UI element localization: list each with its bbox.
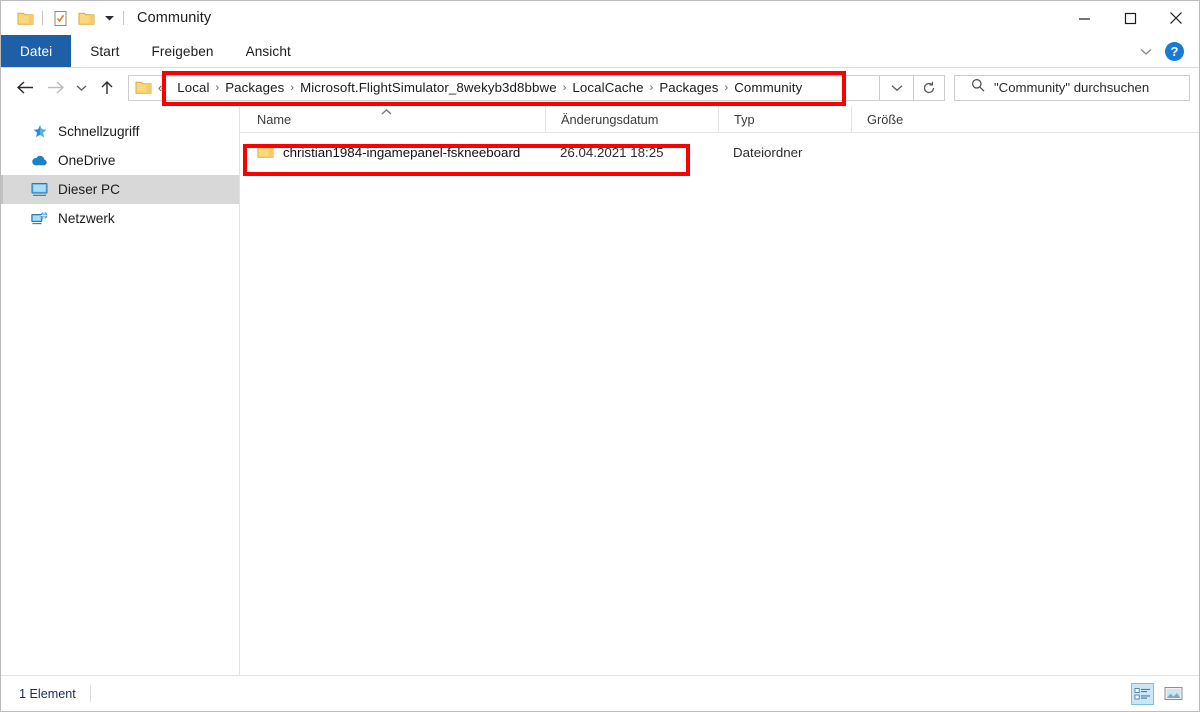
quick-access-toolbar [1, 5, 128, 31]
breadcrumb-item-localcache[interactable]: LocalCache [568, 80, 647, 95]
sidebar-item-label: Schnellzugriff [58, 124, 140, 139]
search-placeholder: "Community" durchsuchen [994, 80, 1150, 95]
pin-star-icon [31, 123, 48, 140]
qat-separator-2 [123, 11, 124, 25]
breadcrumb-separator: › [290, 81, 295, 94]
breadcrumb-item-community[interactable]: Community [730, 80, 806, 95]
properties-icon[interactable] [47, 5, 73, 31]
folder-icon[interactable] [12, 5, 38, 31]
tab-freigeben[interactable]: Freigeben [135, 35, 229, 67]
file-type-cell: Dateiordner [733, 145, 803, 160]
refresh-icon[interactable] [914, 74, 945, 101]
breadcrumb-separator: › [562, 81, 567, 94]
column-headers: Name Änderungsdatum Typ Größe [240, 106, 1199, 133]
breadcrumb-separator: › [649, 81, 654, 94]
up-button[interactable] [92, 73, 122, 103]
sidebar-item-dieser-pc[interactable]: Dieser PC [1, 175, 239, 204]
file-list: christian1984-ingamepanel-fskneeboard 26… [240, 133, 1199, 675]
new-folder-icon[interactable] [73, 5, 99, 31]
cloud-icon [31, 152, 48, 169]
file-name-label: christian1984-ingamepanel-fskneeboard [283, 145, 521, 160]
close-icon[interactable] [1153, 1, 1199, 35]
navigation-pane: Schnellzugriff OneDrive Dieser PC Netzwe… [1, 107, 240, 675]
qat-separator-1 [42, 11, 43, 25]
address-bar: « Local › Packages › Microsoft.FlightSim… [128, 74, 945, 101]
back-button[interactable] [10, 73, 40, 103]
status-divider [89, 685, 91, 702]
column-header-date[interactable]: Änderungsdatum [545, 106, 718, 132]
minimize-icon[interactable] [1061, 1, 1107, 35]
breadcrumb-item-packages-2[interactable]: Packages [655, 80, 722, 95]
forward-button[interactable] [40, 73, 70, 103]
chevron-down-icon[interactable] [1135, 41, 1157, 63]
window-controls [1061, 1, 1199, 35]
maximize-icon[interactable] [1107, 1, 1153, 35]
ribbon-tab-bar: Datei Start Freigeben Ansicht ? [1, 35, 1199, 68]
sidebar-item-schnellzugriff[interactable]: Schnellzugriff [1, 117, 239, 146]
address-dropdown-icon[interactable] [880, 74, 914, 101]
item-count-label: 1 Element [19, 686, 76, 701]
status-bar: 1 Element [1, 675, 1199, 711]
tab-ansicht[interactable]: Ansicht [230, 35, 307, 67]
search-icon [971, 78, 985, 97]
breadcrumb-item-local[interactable]: Local [173, 80, 213, 95]
sidebar-item-label: Dieser PC [58, 182, 120, 197]
column-header-label: Name [257, 111, 292, 127]
monitor-icon [31, 181, 48, 198]
column-header-type[interactable]: Typ [718, 106, 851, 132]
large-icons-view-button[interactable] [1162, 683, 1185, 705]
tab-datei[interactable]: Datei [1, 35, 72, 67]
tab-start[interactable]: Start [74, 35, 135, 67]
window-title: Community [137, 10, 212, 26]
column-header-name[interactable]: Name [240, 106, 545, 132]
address-bar-row: « Local › Packages › Microsoft.FlightSim… [1, 68, 1199, 107]
column-header-label: Änderungsdatum [561, 111, 659, 127]
sort-ascending-icon [381, 108, 392, 117]
file-explorer-window: Community Datei Start Freigeben Ansicht … [0, 0, 1200, 712]
folder-icon [257, 144, 274, 162]
column-header-label: Größe [867, 111, 904, 127]
folder-icon [129, 80, 157, 95]
search-input[interactable]: "Community" durchsuchen [954, 74, 1190, 101]
file-list-pane: Name Änderungsdatum Typ Größe christian1… [240, 106, 1199, 675]
ribbon-right-controls: ? [1135, 35, 1191, 68]
breadcrumb-overflow[interactable]: « [157, 80, 168, 95]
help-icon[interactable]: ? [1165, 42, 1184, 61]
network-icon [31, 210, 48, 227]
title-bar: Community [1, 1, 1199, 35]
table-row[interactable]: christian1984-ingamepanel-fskneeboard 26… [240, 140, 1199, 165]
file-name-cell: christian1984-ingamepanel-fskneeboard [240, 144, 545, 162]
explorer-body: Schnellzugriff OneDrive Dieser PC Netzwe… [1, 106, 1199, 675]
recent-locations-icon[interactable] [70, 73, 92, 103]
breadcrumb-item-packages[interactable]: Packages [221, 80, 288, 95]
sidebar-item-label: OneDrive [58, 153, 116, 168]
sidebar-item-netzwerk[interactable]: Netzwerk [1, 204, 239, 233]
breadcrumb[interactable]: « Local › Packages › Microsoft.FlightSim… [128, 74, 880, 101]
sidebar-item-label: Netzwerk [58, 211, 115, 226]
column-header-label: Typ [734, 111, 755, 127]
view-toggle-group [1131, 682, 1185, 705]
breadcrumb-separator: › [215, 81, 220, 94]
breadcrumb-item-flightsimulator[interactable]: Microsoft.FlightSimulator_8wekyb3d8bbwe [296, 80, 561, 95]
column-header-size[interactable]: Größe [851, 106, 940, 132]
file-date-cell: 26.04.2021 18:25 [560, 145, 664, 160]
details-view-button[interactable] [1131, 682, 1154, 705]
breadcrumb-separator: › [724, 81, 729, 94]
breadcrumb-path: Local › Packages › Microsoft.FlightSimul… [168, 76, 879, 100]
sidebar-item-onedrive[interactable]: OneDrive [1, 146, 239, 175]
chevron-down-icon[interactable] [99, 6, 119, 30]
